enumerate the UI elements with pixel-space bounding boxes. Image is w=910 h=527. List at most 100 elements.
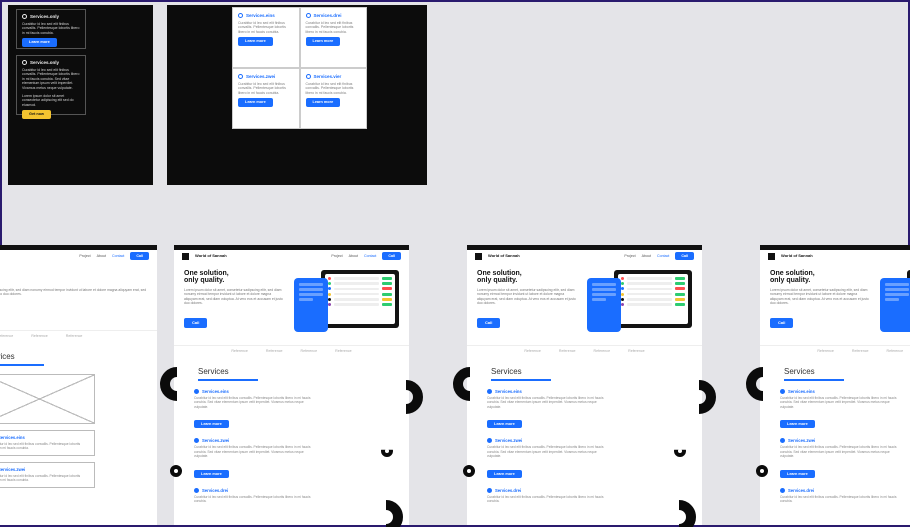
nav-link-active[interactable]: Contact [657, 254, 669, 258]
card-body: Curabitur id leo sed elit finibus conval… [22, 22, 80, 36]
learn-more-button[interactable]: Learn more [238, 98, 273, 107]
learn-more-button[interactable]: Learn more [487, 470, 522, 478]
card-body: Curabitur id leo sed elit finibus conval… [306, 21, 362, 35]
learn-more-button[interactable]: Learn more [194, 470, 229, 478]
nav-cta-button[interactable]: Call [130, 252, 149, 260]
service-item: Services.eins Curabitur id leo sed elit … [487, 389, 682, 430]
navbar: Project About Contact Call [0, 250, 157, 262]
service-item: Services.zwei Curabitur id leo sed elit … [780, 438, 910, 479]
subnav-link[interactable]: Reference [817, 349, 834, 353]
nav-link[interactable]: Project [331, 254, 342, 258]
decor-dot-icon [756, 465, 768, 477]
phone-mock [587, 278, 621, 332]
tablet-row [328, 298, 392, 301]
artboard-page-full-a[interactable]: World of Sannah Project About Contact Ca… [174, 245, 409, 525]
subnav-link[interactable]: Reference [31, 334, 48, 338]
learn-more-button[interactable]: Learn more [194, 420, 229, 428]
service-body: Curabitur id leo sed elit finibus conval… [194, 445, 314, 458]
service-body: Curabitur id leo sed elit finibus conval… [194, 396, 314, 409]
services-list: Services.eins Curabitur id leo sed elit … [174, 389, 409, 507]
brand-name: World of Sannah [781, 254, 813, 258]
services-list: Services.eins Curabitur id leo sed elit … [760, 389, 910, 507]
service-card-dark-1[interactable]: Services.only Curabitur id leo sed elit … [16, 9, 86, 49]
bullet-icon [487, 488, 492, 493]
service-card-light[interactable]: Services.zwei Curabitur id leo sed elit … [232, 68, 300, 129]
radio-icon [306, 74, 311, 79]
nav-link[interactable]: Project [79, 254, 90, 258]
service-card-dark-2[interactable]: Services.only Curabitur id leo sed elit … [16, 55, 86, 115]
hero-body: Lorem ipsum dolor sit amet, consetetur s… [477, 288, 577, 306]
learn-more-button[interactable]: Learn more [780, 470, 815, 478]
service-item: Services.eins Curabitur id leo sed elit … [780, 389, 910, 430]
subnav-link[interactable]: Reference [231, 349, 248, 353]
hero-cta-button[interactable]: Call [770, 318, 793, 328]
brand-name: World of Sannah [195, 254, 227, 258]
hero: One solution,only quality. Lorem ipsum d… [0, 262, 157, 330]
subnav-link[interactable]: Reference [0, 334, 13, 338]
subnav-link[interactable]: Reference [266, 349, 283, 353]
bullet-icon [194, 438, 199, 443]
nav-link[interactable]: About [349, 254, 358, 258]
card-title: Services.eins [246, 13, 275, 19]
services-list: Services.eins Curabitur id leo sed elit … [467, 389, 702, 507]
service-card-light[interactable]: Services.eins Curabitur id leo sed elit … [232, 7, 300, 68]
nav-link-active[interactable]: Contact [364, 254, 376, 258]
hero-cta-button[interactable]: Call [477, 318, 500, 328]
card-title: Services.vier [314, 74, 342, 80]
artboard-page-wireframe[interactable]: Project About Contact Call One solution,… [0, 245, 157, 525]
radio-icon [22, 60, 27, 65]
services-wireframe-list: Services.eins Curabitur id leo sed elit … [0, 374, 157, 488]
brand-logo-icon [475, 253, 482, 260]
subnav-link[interactable]: Reference [852, 349, 869, 353]
subnav: Reference Reference Reference [0, 330, 157, 344]
tablet-row [621, 298, 685, 301]
learn-more-button[interactable]: Learn more [306, 37, 341, 46]
service-card-outline[interactable]: Services.eins Curabitur id leo sed elit … [0, 430, 95, 456]
learn-more-button[interactable]: Learn more [238, 37, 273, 46]
subnav-link[interactable]: Reference [887, 349, 904, 353]
bullet-icon [780, 488, 785, 493]
subnav-link[interactable]: Reference [301, 349, 318, 353]
nav-link-active[interactable]: Contact [112, 254, 124, 258]
nav-cta-button[interactable]: Call [382, 252, 401, 260]
service-card-outline[interactable]: Services.zwei Curabitur id leo sed elit … [0, 462, 95, 488]
nav-link[interactable]: About [642, 254, 651, 258]
figma-canvas[interactable]: Services.only Curabitur id leo sed elit … [0, 0, 910, 527]
service-card-light[interactable]: Services.vier Curabitur id leo sed elit … [300, 68, 368, 129]
subnav-link[interactable]: Reference [524, 349, 541, 353]
tablet-row [328, 303, 392, 306]
image-placeholder [0, 374, 95, 424]
device-mockup [880, 270, 910, 335]
hero-cta-button[interactable]: Call [184, 318, 207, 328]
phone-mock [294, 278, 328, 332]
service-title: Services.eins [495, 389, 522, 394]
card-body: Curabitur id leo sed elit finibus conval… [238, 82, 294, 96]
get-now-button[interactable]: Get now [22, 110, 51, 119]
learn-more-button[interactable]: Learn more [780, 420, 815, 428]
subnav-link[interactable]: Reference [559, 349, 576, 353]
card-body-extra: Lorem ipsum dolor sit amet consectetur a… [22, 94, 80, 108]
radio-icon [238, 74, 243, 79]
nav-cta-button[interactable]: Call [675, 252, 694, 260]
artboard-page-full-b[interactable]: World of Sannah Project About Contact Ca… [467, 245, 702, 525]
service-body: Curabitur id leo sed elit finibus conval… [487, 396, 607, 409]
service-title: Services.eins [202, 389, 229, 394]
nav-link[interactable]: About [97, 254, 106, 258]
subnav: Reference Reference Reference Reference [174, 345, 409, 359]
service-card-light[interactable]: Services.drei Curabitur id leo sed elit … [300, 7, 368, 68]
learn-more-button[interactable]: Learn more [22, 38, 57, 47]
learn-more-button[interactable]: Learn more [487, 420, 522, 428]
subnav-link[interactable]: Reference [628, 349, 645, 353]
subnav-link[interactable]: Reference [335, 349, 352, 353]
service-title: Services.drei [202, 488, 228, 493]
subnav-link[interactable]: Reference [594, 349, 611, 353]
subnav-link[interactable]: Reference [66, 334, 83, 338]
card-title: Services.eins [0, 435, 25, 440]
hero-body: Lorem ipsum dolor sit amet, consetetur s… [0, 288, 147, 297]
nav-link[interactable]: Project [624, 254, 635, 258]
decor-dot-icon [170, 465, 182, 477]
learn-more-button[interactable]: Learn more [306, 98, 341, 107]
artboard-page-full-c[interactable]: World of Sannah Project About Contact Ca… [760, 245, 910, 525]
heading-underline [198, 379, 258, 381]
heading-underline [491, 379, 551, 381]
